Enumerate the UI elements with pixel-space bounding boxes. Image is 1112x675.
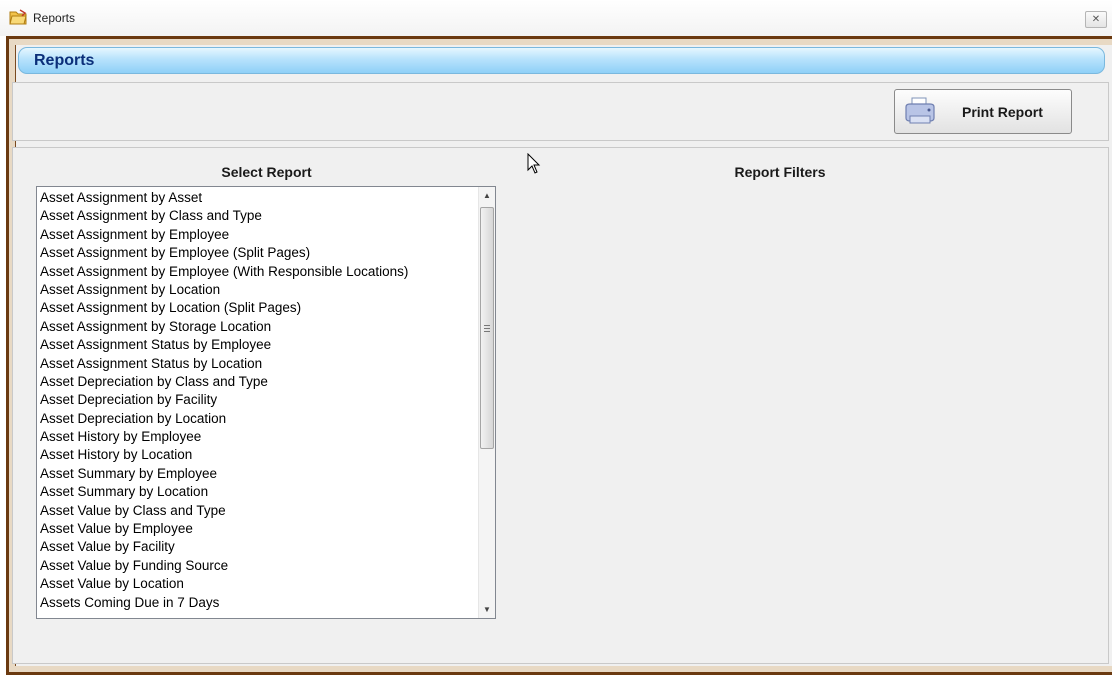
select-report-label: Select Report (221, 164, 312, 180)
print-report-label: Print Report (962, 104, 1043, 120)
report-list-items: Asset Assignment by Asset Asset Assignmen… (40, 189, 477, 612)
report-list[interactable]: Asset Assignment by Asset Asset Assignmen… (36, 186, 496, 619)
report-list-scrollbar[interactable]: ▲ ▼ (478, 187, 495, 618)
report-list-item[interactable]: Asset Depreciation by Facility (40, 391, 477, 409)
report-list-item[interactable]: Asset Assignment by Location (Split Page… (40, 299, 477, 317)
report-list-item[interactable]: Asset Assignment by Class and Type (40, 207, 477, 225)
scroll-thumb[interactable] (480, 207, 494, 449)
report-list-item[interactable]: Asset History by Location (40, 446, 477, 464)
report-list-item[interactable]: Asset Assignment Status by Employee (40, 336, 477, 354)
report-list-item[interactable]: Asset Assignment by Employee (40, 226, 477, 244)
close-button[interactable]: ✕ (1085, 11, 1107, 28)
report-list-item[interactable]: Asset Assignment Status by Location (40, 355, 477, 373)
section-header: Reports (18, 47, 1105, 74)
report-list-item[interactable]: Asset Summary by Location (40, 483, 477, 501)
page-title: Reports (34, 52, 95, 69)
printer-icon (905, 97, 935, 124)
report-list-item[interactable]: Assets Coming Due in 7 Days (40, 594, 477, 612)
close-icon: ✕ (1091, 14, 1101, 25)
report-list-item[interactable]: Asset Value by Employee (40, 520, 477, 538)
grip-line (484, 325, 490, 326)
report-list-item[interactable]: Asset Assignment by Location (40, 281, 477, 299)
report-list-item[interactable]: Asset Depreciation by Location (40, 410, 477, 428)
report-list-item[interactable]: Asset Summary by Employee (40, 465, 477, 483)
report-list-item[interactable]: Asset History by Employee (40, 428, 477, 446)
print-report-button[interactable]: Print Report (894, 89, 1072, 134)
report-list-item[interactable]: Asset Assignment by Employee (Split Page… (40, 244, 477, 262)
grip-line (484, 331, 490, 332)
report-list-item[interactable]: Asset Assignment by Asset (40, 189, 477, 207)
report-filters-label: Report Filters (734, 164, 826, 180)
report-list-item[interactable]: Asset Value by Facility (40, 538, 477, 556)
report-list-item[interactable]: Asset Assignment by Employee (With Respo… (40, 263, 477, 281)
report-list-item[interactable]: Asset Depreciation by Class and Type (40, 373, 477, 391)
report-list-item[interactable]: Asset Assignment by Storage Location (40, 318, 477, 336)
folder-report-icon (9, 9, 27, 25)
scroll-down-arrow-icon[interactable]: ▼ (479, 601, 495, 618)
title-bar: Reports ✕ (0, 0, 1112, 36)
grip-line (484, 328, 490, 329)
report-list-item[interactable]: Asset Value by Funding Source (40, 557, 477, 575)
window-title: Reports (33, 11, 76, 25)
report-list-item[interactable]: Asset Value by Location (40, 575, 477, 593)
scroll-up-arrow-icon[interactable]: ▲ (479, 187, 495, 204)
report-list-item[interactable]: Asset Value by Class and Type (40, 502, 477, 520)
mouse-pointer-icon (527, 153, 541, 174)
